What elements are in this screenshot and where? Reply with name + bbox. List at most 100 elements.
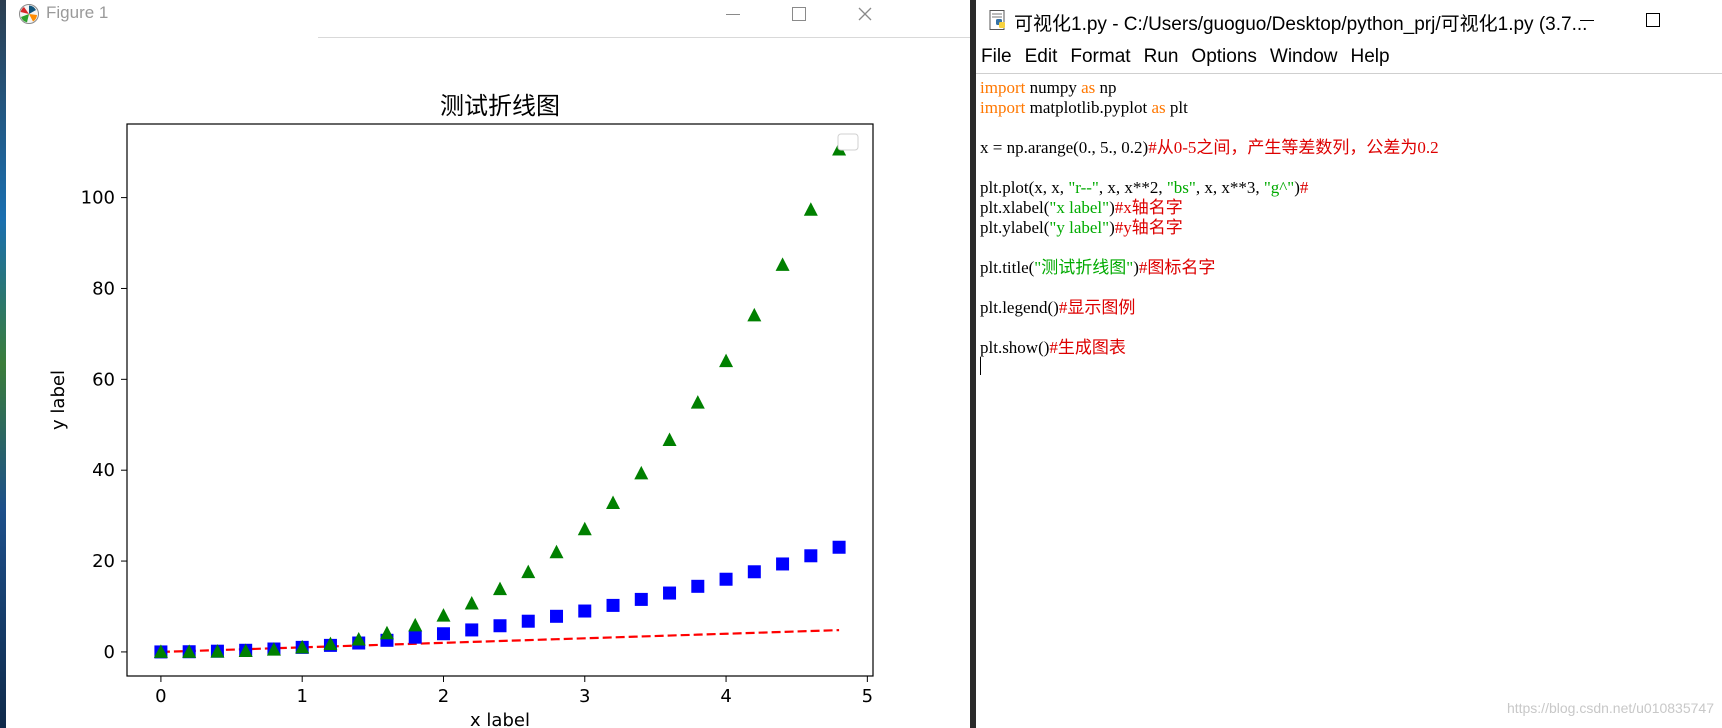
code-line: x = np.arange(0., 5., 0.2)#从0-5之间，产生等差数列… — [980, 138, 1720, 158]
menu-run[interactable]: Run — [1144, 44, 1179, 72]
code-comment: #图标名字 — [1138, 258, 1216, 277]
editor-window-title: 可视化1.py - C:/Users/guoguo/Desktop/python… — [1014, 14, 1588, 35]
figure-window-title: Figure 1 — [46, 3, 109, 22]
code-comment: #生成图表 — [1049, 338, 1126, 357]
y-tick-label: 20 — [92, 551, 115, 572]
chart-canvas: 0 1 2 3 4 5 0 20 40 60 80 100 测试折线图 x label y label — [48, 92, 874, 728]
editor-window: 可视化1.py - C:/Users/guoguo/Desktop/python… — [976, 0, 1722, 728]
code-text: plt — [1165, 98, 1188, 117]
chart-title: 测试折线图 — [440, 92, 560, 120]
x-tick-label: 5 — [862, 686, 873, 707]
code-line: plt.title("测试折线图")#图标名字 — [980, 258, 1720, 278]
chart-axes: 0 1 2 3 4 5 0 20 40 60 80 100 测试折线图 x label y label — [48, 92, 874, 728]
code-string: "bs" — [1166, 178, 1196, 197]
code-text: x = np.arange(0., 5., 0.2) — [980, 138, 1149, 157]
matplotlib-logo-icon — [19, 4, 39, 24]
code-line: plt.plot(x, x, "r--", x, x**2, "bs", x, … — [980, 178, 1720, 198]
code-keyword: as — [1151, 98, 1166, 117]
code-string: "g^" — [1263, 178, 1295, 197]
series-marker-blue-square — [408, 630, 422, 644]
figure-close-button[interactable] — [842, 0, 888, 28]
y-axis-label: y label — [48, 370, 69, 430]
code-text: plt.legend() — [980, 298, 1059, 317]
series-marker-blue-square — [493, 619, 507, 633]
editor-menubar: File Edit Format Run Options Window Help — [976, 44, 1722, 72]
maximize-icon — [1646, 13, 1660, 27]
code-text: , x, x**2, — [1098, 178, 1167, 197]
close-icon — [858, 7, 872, 21]
code-editor[interactable]: import numpy as np import matplotlib.pyp… — [980, 78, 1720, 358]
code-line: plt.ylabel("y label")#y轴名字 — [980, 218, 1720, 238]
figure-minimize-button[interactable] — [710, 0, 756, 28]
menu-file[interactable]: File — [981, 44, 1012, 72]
series-marker-blue-square — [747, 565, 761, 579]
series-marker-blue-square — [804, 549, 818, 563]
code-line: import numpy as np — [980, 78, 1720, 98]
x-axis-label: x label — [470, 710, 530, 728]
editor-minimize-button[interactable] — [1564, 6, 1610, 34]
y-tick-label: 80 — [92, 278, 115, 299]
code-comment: #y轴名字 — [1114, 218, 1183, 237]
code-line: plt.legend()#显示图例 — [980, 298, 1720, 318]
figure-titlebar[interactable]: Figure 1 — [6, 0, 970, 30]
code-string: "测试折线图" — [1034, 258, 1134, 277]
python-file-icon — [989, 10, 1005, 30]
code-string: "r--" — [1068, 178, 1099, 197]
series-marker-blue-square — [578, 604, 592, 618]
series-marker-blue-square — [776, 557, 790, 571]
x-tick-label: 0 — [155, 686, 166, 707]
code-string: "y label" — [1049, 218, 1110, 237]
y-tick-label: 0 — [104, 642, 115, 663]
figure-window: Figure 1 0 1 2 3 4 5 0 20 40 60 80 100 测试折线图 x label y… — [6, 0, 970, 728]
code-line: import matplotlib.pyplot as plt — [980, 98, 1720, 118]
series-marker-blue-square — [663, 586, 677, 600]
series-marker-blue-square — [550, 609, 564, 623]
minimize-icon — [726, 13, 740, 15]
series-marker-blue-square — [634, 592, 648, 606]
menu-options[interactable]: Options — [1191, 44, 1256, 72]
y-tick-label: 100 — [81, 188, 115, 209]
series-marker-blue-square — [436, 627, 450, 641]
code-comment: #从0-5之间，产生等差数列，公差为0.2 — [1148, 138, 1439, 157]
code-text: plt.xlabel( — [980, 198, 1050, 217]
x-tick-label: 3 — [579, 686, 590, 707]
code-keyword: as — [1081, 78, 1096, 97]
code-text: plt.plot(x, x, — [980, 178, 1069, 197]
code-string: "x label" — [1049, 198, 1110, 217]
series-marker-blue-square — [465, 623, 479, 637]
menu-window[interactable]: Window — [1270, 44, 1338, 72]
series-marker-blue-square — [521, 614, 535, 628]
y-tick-label: 60 — [92, 369, 115, 390]
code-line: plt.xlabel("x label")#x轴名字 — [980, 198, 1720, 218]
x-tick-label: 2 — [438, 686, 449, 707]
editor-maximize-button[interactable] — [1630, 6, 1676, 34]
code-text: numpy — [1025, 78, 1082, 97]
text-cursor — [980, 357, 981, 375]
code-text: plt.show() — [980, 338, 1050, 357]
editor-titlebar[interactable]: 可视化1.py - C:/Users/guoguo/Desktop/python… — [976, 0, 1722, 40]
menu-format[interactable]: Format — [1070, 44, 1130, 72]
menu-edit[interactable]: Edit — [1025, 44, 1058, 72]
minimize-icon — [1580, 19, 1594, 21]
code-line: plt.show()#生成图表 — [980, 338, 1720, 358]
menubar-divider — [976, 73, 1722, 74]
menu-help[interactable]: Help — [1350, 44, 1389, 72]
series-marker-blue-square — [719, 572, 733, 586]
code-comment: #x轴名字 — [1114, 198, 1183, 217]
code-keyword: import — [980, 98, 1026, 117]
x-tick-label: 1 — [296, 686, 307, 707]
x-tick-label: 4 — [720, 686, 731, 707]
code-comment: # — [1299, 178, 1309, 197]
y-tick-label: 40 — [92, 460, 115, 481]
figure-maximize-button[interactable] — [776, 0, 822, 28]
code-text: , x, x**3, — [1195, 178, 1264, 197]
maximize-icon — [792, 7, 806, 21]
watermark-text: https://blog.csdn.net/u010835747 — [1506, 700, 1714, 716]
code-text: np — [1095, 78, 1117, 97]
code-text: matplotlib.pyplot — [1025, 98, 1152, 117]
series-marker-blue-square — [606, 598, 620, 612]
